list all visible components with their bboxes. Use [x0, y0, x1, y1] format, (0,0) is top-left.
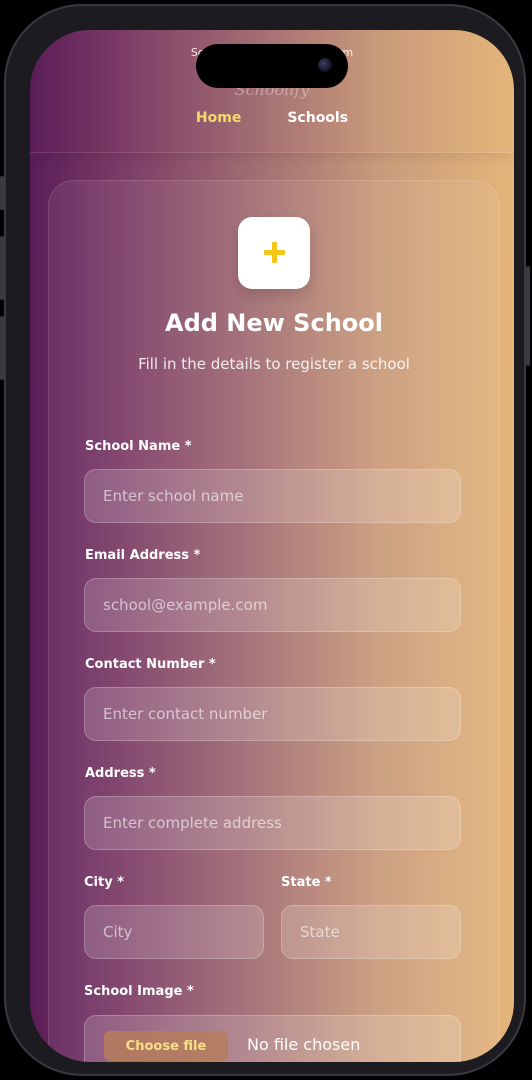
mute-switch: [0, 176, 4, 210]
contact-number-label: Contact Number *: [85, 657, 216, 672]
contact-number-input[interactable]: [84, 687, 461, 741]
add-school-badge: [238, 217, 310, 289]
page-subtitle: Fill in the details to register a school: [138, 355, 410, 373]
email-label: Email Address *: [85, 548, 201, 563]
main-nav: Home Schools: [30, 110, 514, 126]
school-name-label: School Name *: [85, 439, 192, 454]
city-input[interactable]: [84, 905, 264, 959]
dynamic-island: [196, 44, 348, 88]
power-button: [526, 266, 530, 366]
choose-file-button[interactable]: Choose file: [104, 1031, 228, 1061]
camera-icon: [318, 58, 332, 72]
school-name-input[interactable]: [84, 469, 461, 523]
state-label: State *: [281, 875, 332, 890]
nav-home-link[interactable]: Home: [196, 110, 241, 126]
state-input[interactable]: [281, 905, 461, 959]
school-image-file-input[interactable]: Choose file No file chosen: [84, 1015, 461, 1062]
page-title: Add New School: [165, 309, 383, 337]
nav-schools-link[interactable]: Schools: [287, 110, 348, 126]
add-school-card: Add New School Fill in the details to re…: [48, 180, 500, 1062]
address-input[interactable]: [84, 796, 461, 850]
screen: School Management Platform Schoolify Hom…: [30, 30, 514, 1062]
address-label: Address *: [85, 766, 156, 781]
city-label: City *: [84, 875, 125, 890]
school-image-label: School Image *: [84, 984, 194, 999]
phone-frame: School Management Platform Schoolify Hom…: [0, 4, 530, 1076]
volume-down-button: [0, 316, 4, 380]
email-input[interactable]: [84, 578, 461, 632]
file-status-text: No file chosen: [247, 1035, 361, 1054]
volume-up-button: [0, 236, 4, 300]
